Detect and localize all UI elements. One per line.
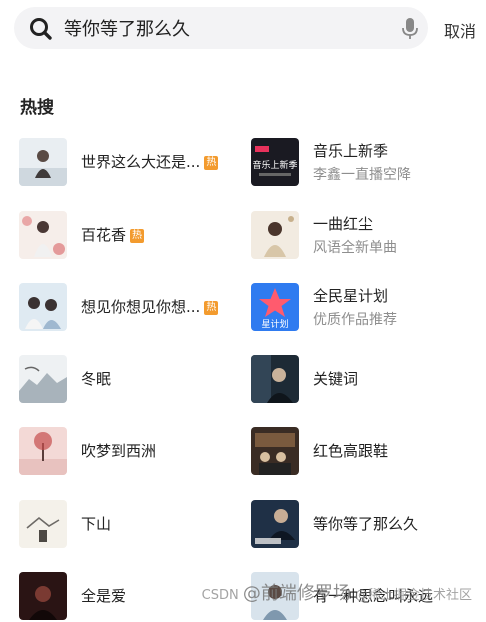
hot-item-title: 世界这么大还是... 热 xyxy=(81,153,219,171)
hot-item[interactable]: 吹梦到西洲 xyxy=(19,427,239,477)
hot-item[interactable]: 关键词 xyxy=(251,355,471,405)
song-cover xyxy=(251,427,299,475)
hot-item-title: 冬眠 xyxy=(81,370,112,388)
hot-search-title: 热搜 xyxy=(20,98,54,118)
search-input[interactable] xyxy=(64,14,384,42)
hot-item[interactable]: 想见你想见你想... 热 xyxy=(19,283,239,333)
hot-badge: 热 xyxy=(204,156,219,170)
hot-item[interactable]: 下山 xyxy=(19,500,239,550)
song-cover xyxy=(19,211,67,259)
microphone-icon[interactable] xyxy=(400,17,420,41)
star-plan-cover: 星计划 xyxy=(251,283,299,331)
hot-item[interactable]: 红色高跟鞋 xyxy=(251,427,471,477)
cover-text: 音乐上新季 xyxy=(252,159,297,171)
hot-item-title: 全是爱 xyxy=(81,587,127,605)
watermark-author: @前端修罗场 xyxy=(242,583,351,604)
watermark-csdn: CSDN xyxy=(201,588,239,603)
song-cover xyxy=(19,355,67,403)
song-cover xyxy=(19,283,67,331)
hot-item[interactable]: 等你等了那么久 xyxy=(251,500,471,550)
hot-item-title: 红色高跟鞋 xyxy=(313,442,389,460)
hot-item[interactable]: 音乐上新季 音乐上新季 李鑫一直播空降 xyxy=(251,138,471,188)
cover-text: 星计划 xyxy=(261,318,288,330)
hot-item[interactable]: 一曲红尘 风语全新单曲 xyxy=(251,211,471,261)
hot-item-title: 百花香热 xyxy=(81,226,145,244)
hot-item[interactable]: 世界这么大还是... 热 xyxy=(19,138,239,188)
hot-badge: 热 xyxy=(130,229,145,243)
hot-item[interactable]: 百花香热 xyxy=(19,211,239,261)
hot-item-title: 吹梦到西洲 xyxy=(81,442,157,460)
hot-badge: 热 xyxy=(204,301,219,315)
song-cover xyxy=(251,500,299,548)
hot-item-title: 一曲红尘 xyxy=(313,215,374,233)
watermark: CSDN @前端修罗场 @稀土掘金技术社区 xyxy=(202,579,472,605)
hot-item-title: 下山 xyxy=(81,515,112,533)
hot-item[interactable]: 星计划 全民星计划 优质作品推荐 xyxy=(251,283,471,333)
song-cover xyxy=(19,427,67,475)
hot-item-subtitle: 优质作品推荐 xyxy=(313,312,397,328)
song-cover xyxy=(19,500,67,548)
song-cover xyxy=(251,355,299,403)
hot-item-subtitle: 风语全新单曲 xyxy=(313,240,397,256)
search-bar[interactable] xyxy=(14,7,428,49)
cancel-button[interactable]: 取消 xyxy=(444,18,476,42)
search-icon xyxy=(30,18,52,40)
hot-item-title: 关键词 xyxy=(313,370,359,388)
song-cover xyxy=(19,138,67,186)
hot-item-title: 全民星计划 xyxy=(313,287,389,305)
watermark-community: @稀土掘金技术社区 xyxy=(354,588,472,603)
hot-item-title: 想见你想见你想... 热 xyxy=(81,298,219,316)
hot-item[interactable]: 冬眠 xyxy=(19,355,239,405)
hot-item-subtitle: 李鑫一直播空降 xyxy=(313,167,411,183)
hot-item-title: 等你等了那么久 xyxy=(313,515,419,533)
hot-item-title: 音乐上新季 xyxy=(313,142,389,160)
song-cover: 音乐上新季 xyxy=(251,138,299,186)
song-cover xyxy=(251,211,299,259)
